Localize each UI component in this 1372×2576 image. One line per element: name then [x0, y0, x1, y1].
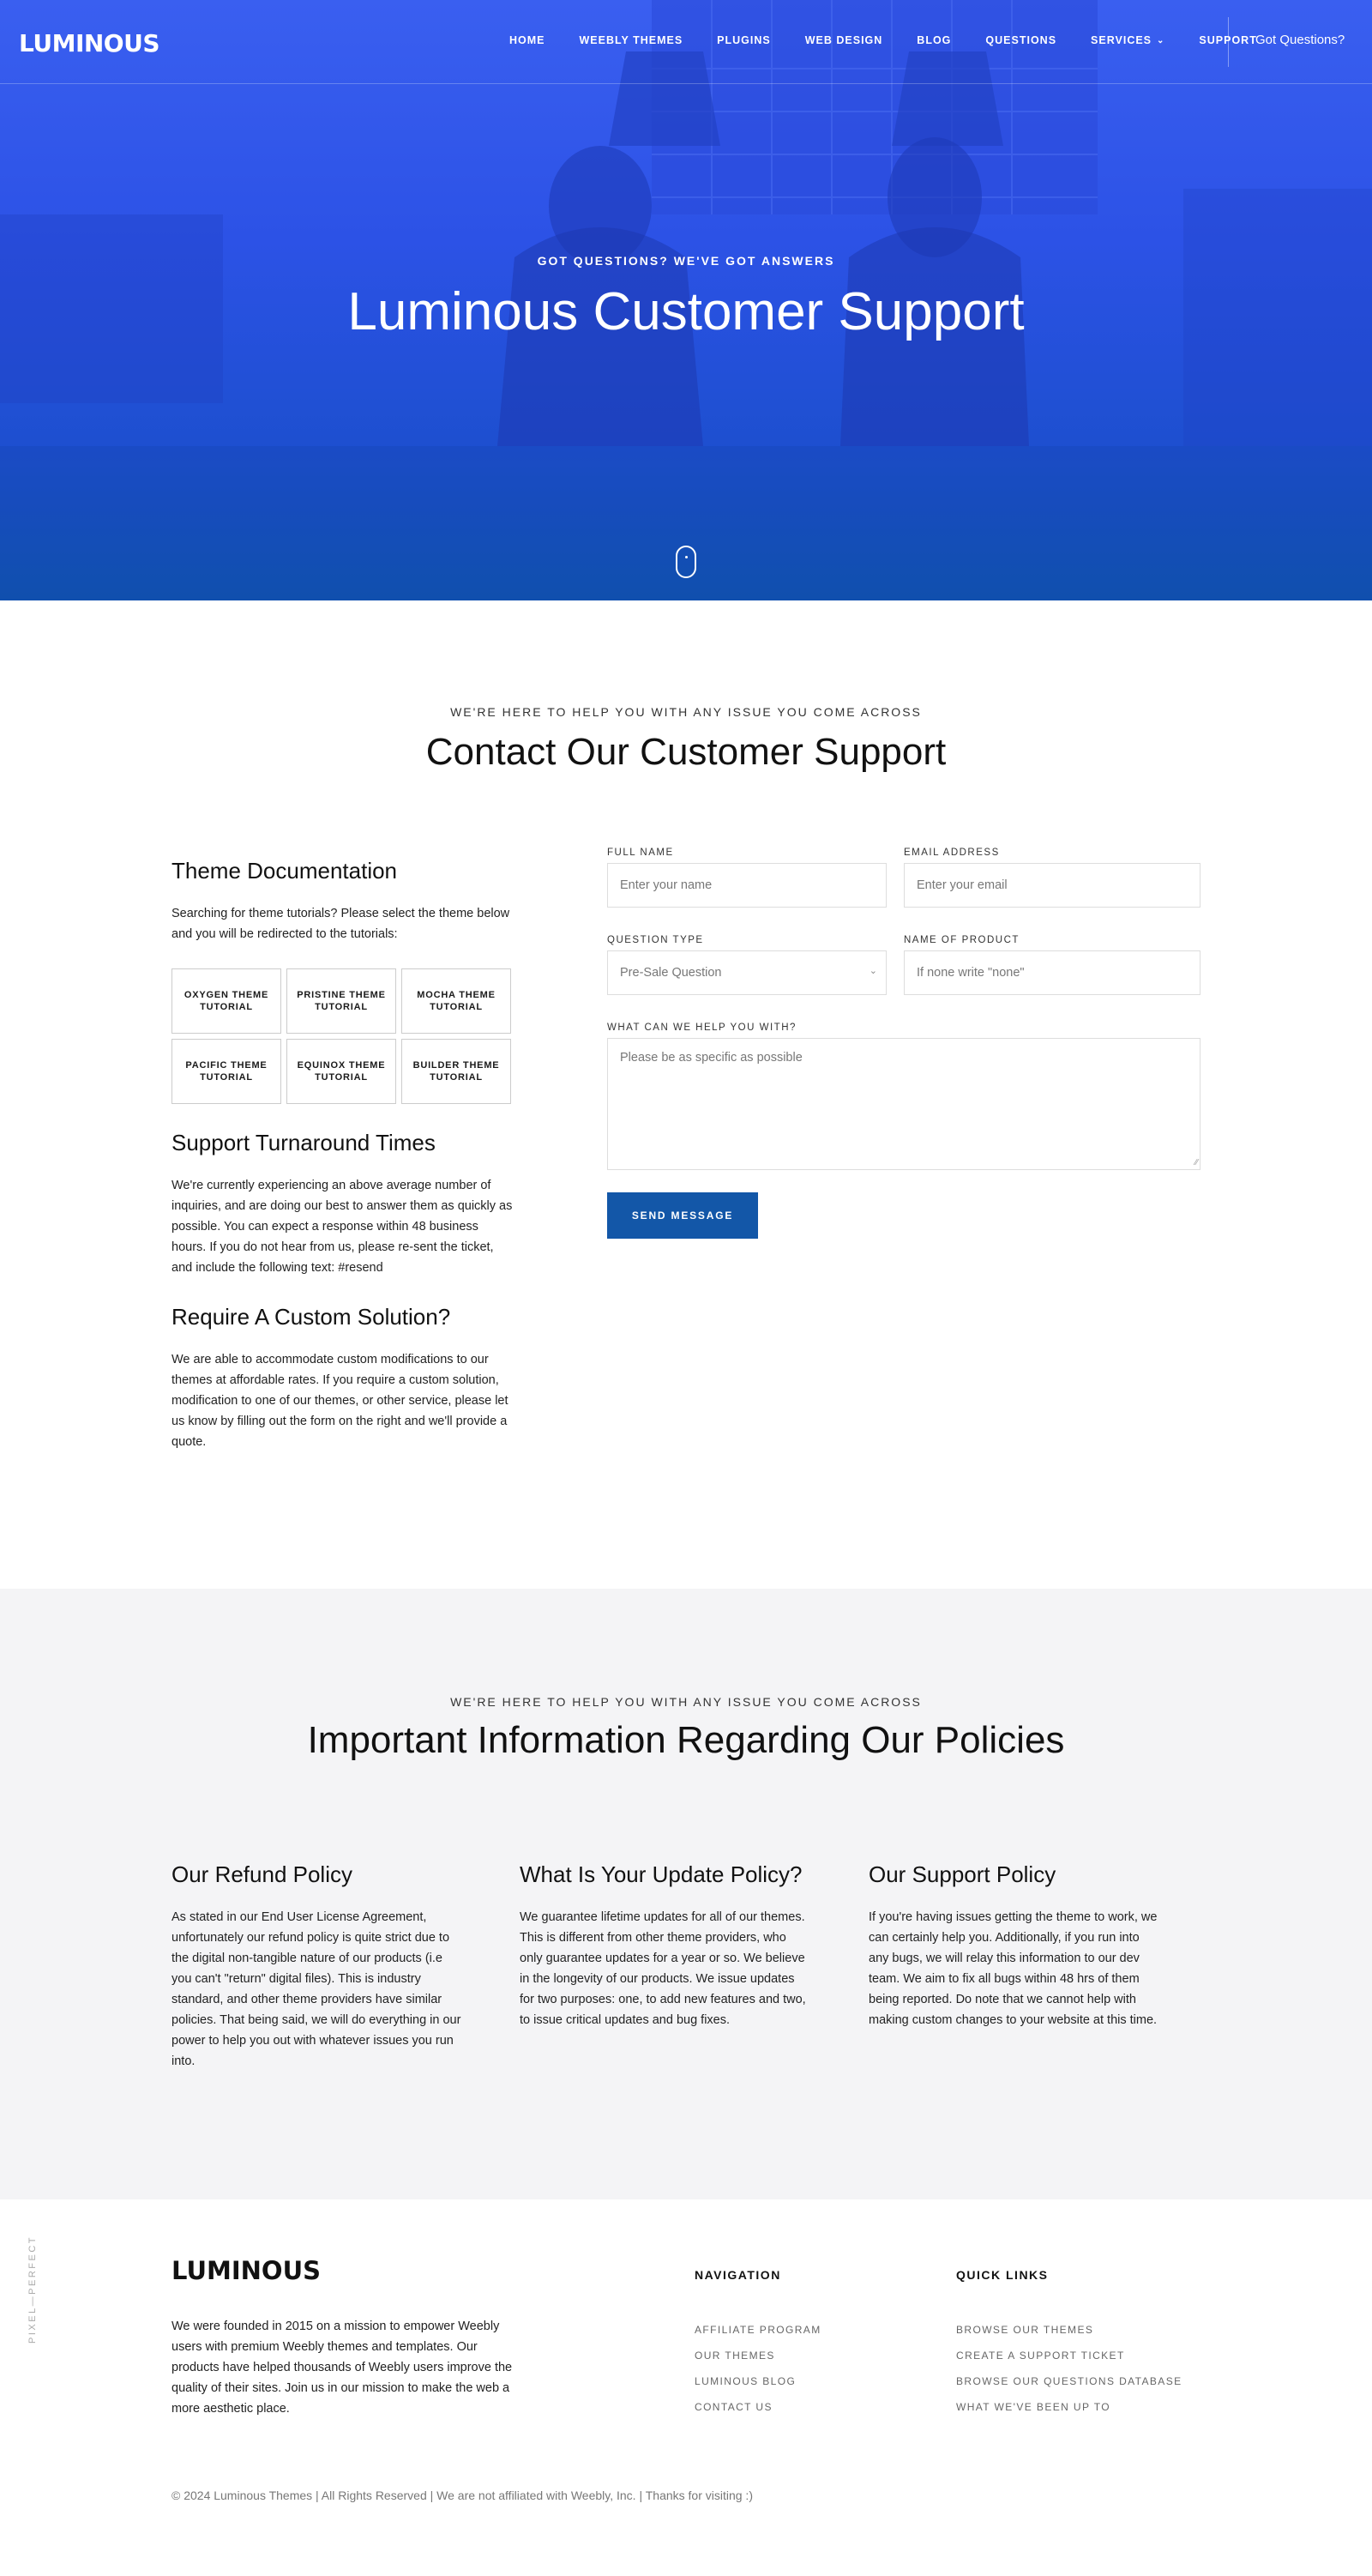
question-type-label: QUESTION TYPE	[607, 935, 704, 945]
nav-item-blog[interactable]: BLOG	[917, 34, 951, 46]
message-label: WHAT CAN WE HELP YOU WITH?	[607, 1023, 797, 1033]
nav-divider	[1228, 17, 1229, 67]
turnaround-text: We're currently experiencing an above av…	[172, 1179, 513, 1275]
site-footer: PIXEL—PERFECT LUMINOUS We were founded i…	[0, 2199, 1372, 2576]
footer-link-our-themes[interactable]: OUR THEMES	[695, 2343, 821, 2368]
footer-link-questions-database[interactable]: BROWSE OUR QUESTIONS DATABASE	[956, 2368, 1182, 2394]
got-questions-link[interactable]: Got Questions?	[1255, 33, 1345, 47]
update-policy-text: We guarantee lifetime updates for all of…	[520, 1910, 806, 2027]
email-input[interactable]: Enter your email	[904, 863, 1200, 908]
nav-item-weebly-themes[interactable]: WEEBLY THEMES	[580, 34, 683, 46]
footer-link-affiliate[interactable]: AFFILIATE PROGRAM	[695, 2317, 821, 2343]
pacific-tutorial-button[interactable]: PACIFIC THEME TUTORIAL	[172, 1039, 281, 1104]
builder-tutorial-button[interactable]: BUILDER THEME TUTORIAL	[401, 1039, 511, 1104]
chevron-down-icon: ⌄	[869, 966, 877, 976]
nav-item-label: SERVICES	[1091, 34, 1152, 46]
question-type-select[interactable]: Pre-Sale Question ⌄	[607, 950, 887, 995]
hero-section: LUMINOUS HOME WEEBLY THEMES PLUGINS WEB …	[0, 0, 1372, 600]
pristine-tutorial-button[interactable]: PRISTINE THEME TUTORIAL	[286, 968, 396, 1034]
product-name-label: NAME OF PRODUCT	[904, 935, 1020, 945]
docs-text: Searching for theme tutorials? Please se…	[172, 907, 510, 941]
nav-item-questions[interactable]: QUESTIONS	[985, 34, 1056, 46]
full-name-label: FULL NAME	[607, 848, 674, 858]
footer-logo[interactable]: LUMINOUS	[172, 2256, 321, 2285]
equinox-tutorial-button[interactable]: EQUINOX THEME TUTORIAL	[286, 1039, 396, 1104]
footer-link-contact[interactable]: CONTACT US	[695, 2394, 821, 2420]
nav-item-label: WEB DESIGN	[804, 34, 883, 46]
footer-navigation-links: AFFILIATE PROGRAM OUR THEMES LUMINOUS BL…	[695, 2317, 821, 2420]
nav-item-label: HOME	[509, 34, 545, 46]
refund-policy-text: As stated in our End User License Agreem…	[172, 1910, 461, 2068]
nav-menu: HOME WEEBLY THEMES PLUGINS WEB DESIGN BL…	[509, 34, 1291, 46]
custom-solution-text: We are able to accommodate custom modifi…	[172, 1353, 508, 1449]
footer-link-blog[interactable]: LUMINOUS BLOG	[695, 2368, 821, 2394]
policies-kicker: WE'RE HERE TO HELP YOU WITH ANY ISSUE YO…	[450, 1695, 922, 1709]
support-info-column: Theme Documentation Searching for theme …	[172, 858, 514, 1452]
footer-link-browse-themes[interactable]: BROWSE OUR THEMES	[956, 2317, 1182, 2343]
footer-quick-links-title: QUICK LINKS	[956, 2268, 1049, 2282]
full-name-input[interactable]: Enter your name	[607, 863, 887, 908]
product-name-input[interactable]: If none write "none"	[904, 950, 1200, 995]
send-message-button[interactable]: SEND MESSAGE	[607, 1192, 758, 1239]
message-placeholder: Please be as specific as possible	[620, 1051, 803, 1065]
side-tag: PIXEL—PERFECT	[27, 2235, 38, 2344]
docs-title: Theme Documentation	[172, 858, 398, 884]
question-type-value: Pre-Sale Question	[620, 966, 722, 980]
resize-handle-icon[interactable]: ∕∕	[1195, 1158, 1198, 1167]
refund-policy-title: Our Refund Policy	[172, 1861, 352, 1887]
update-policy: What Is Your Update Policy? We guarantee…	[520, 1861, 811, 2030]
policies-section: WE'RE HERE TO HELP YOU WITH ANY ISSUE YO…	[0, 1589, 1372, 2199]
contact-title: Contact Our Customer Support	[425, 731, 947, 773]
email-label: EMAIL ADDRESS	[904, 848, 1000, 858]
message-textarea[interactable]: Please be as specific as possible ∕∕	[607, 1038, 1200, 1170]
support-policy-text: If you're having issues getting the them…	[869, 1910, 1158, 2027]
custom-solution-title: Require A Custom Solution?	[172, 1304, 451, 1330]
nav-item-label: QUESTIONS	[985, 34, 1057, 46]
nav-item-label: PLUGINS	[717, 34, 771, 46]
nav-item-plugins[interactable]: PLUGINS	[717, 34, 771, 46]
support-policy-title: Our Support Policy	[869, 1861, 1056, 1887]
copyright-text: © 2024 Luminous Themes | All Rights Rese…	[172, 2489, 753, 2502]
nav-item-services[interactable]: SERVICES ⌄	[1091, 34, 1164, 46]
site-logo[interactable]: LUMINOUS	[19, 29, 160, 57]
mocha-tutorial-button[interactable]: MOCHA THEME TUTORIAL	[401, 968, 511, 1034]
footer-link-support-ticket[interactable]: CREATE A SUPPORT TICKET	[956, 2343, 1182, 2368]
nav-item-home[interactable]: HOME	[509, 34, 545, 46]
policies-title: Important Information Regarding Our Poli…	[307, 1719, 1065, 1761]
contact-section: WE'RE HERE TO HELP YOU WITH ANY ISSUE YO…	[0, 600, 1372, 1589]
support-policy: Our Support Policy If you're having issu…	[869, 1861, 1160, 2030]
mouse-scroll-icon[interactable]	[676, 546, 696, 578]
theme-tutorial-grid: OXYGEN THEME TUTORIAL PRISTINE THEME TUT…	[172, 968, 514, 1104]
contact-kicker: WE'RE HERE TO HELP YOU WITH ANY ISSUE YO…	[450, 705, 922, 719]
turnaround-title: Support Turnaround Times	[172, 1130, 436, 1155]
hero-title: Luminous Customer Support	[347, 282, 1025, 341]
nav-item-label: WEEBLY THEMES	[579, 34, 683, 46]
footer-link-been-up-to[interactable]: WHAT WE'VE BEEN UP TO	[956, 2394, 1182, 2420]
top-navigation: LUMINOUS HOME WEEBLY THEMES PLUGINS WEB …	[0, 0, 1372, 84]
footer-navigation-title: NAVIGATION	[695, 2268, 781, 2282]
refund-policy: Our Refund Policy As stated in our End U…	[172, 1861, 463, 2072]
chevron-down-icon: ⌄	[1157, 35, 1165, 45]
footer-about-text: We were founded in 2015 on a mission to …	[172, 2320, 513, 2416]
footer-quick-links: BROWSE OUR THEMES CREATE A SUPPORT TICKE…	[956, 2317, 1182, 2420]
nav-item-label: BLOG	[917, 34, 952, 46]
update-policy-title: What Is Your Update Policy?	[520, 1861, 803, 1887]
hero-kicker: GOT QUESTIONS? WE'VE GOT ANSWERS	[537, 254, 835, 268]
oxygen-tutorial-button[interactable]: OXYGEN THEME TUTORIAL	[172, 968, 281, 1034]
nav-item-web-design[interactable]: WEB DESIGN	[805, 34, 883, 46]
